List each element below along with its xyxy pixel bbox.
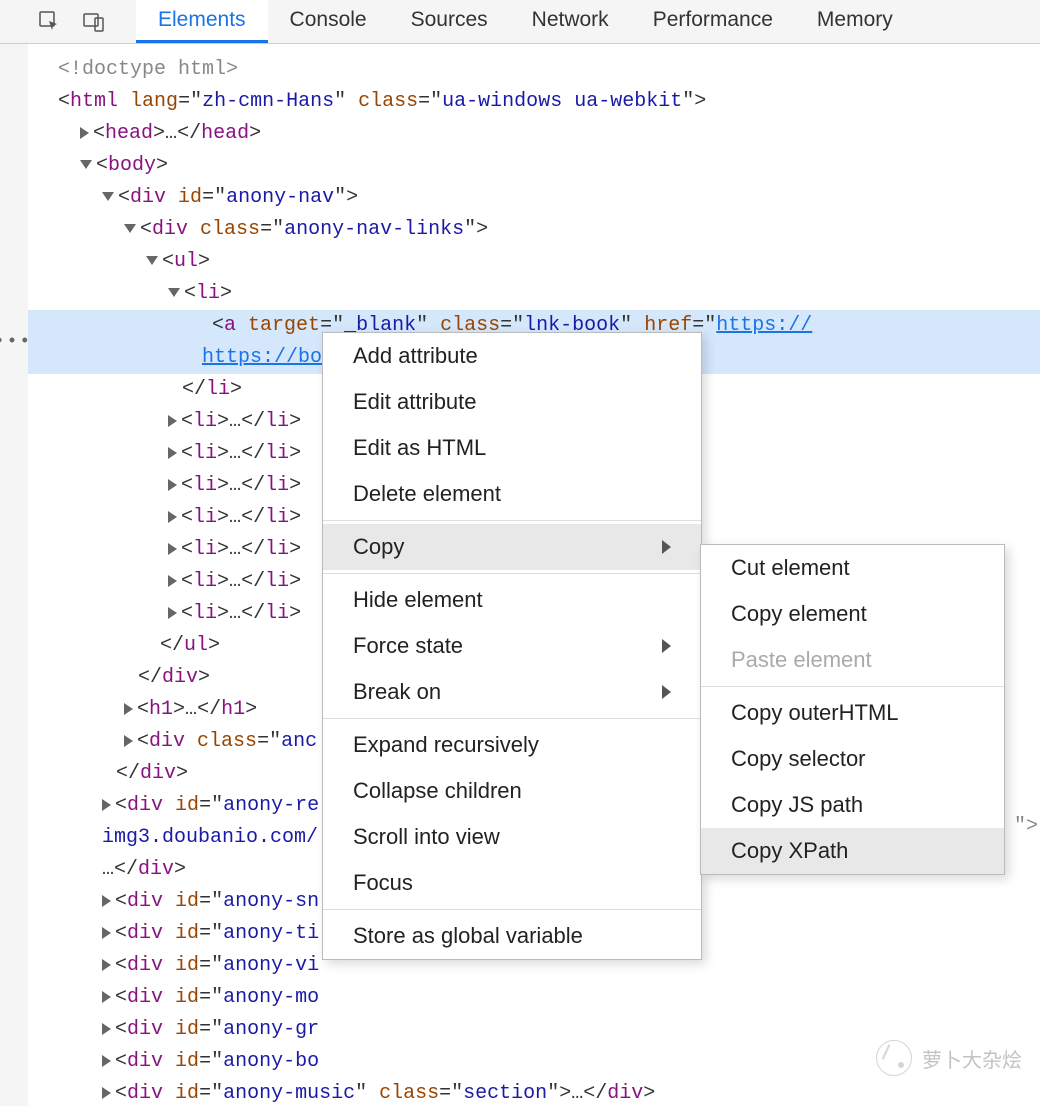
menu-scroll-into-view[interactable]: Scroll into view: [323, 814, 701, 860]
caret-icon[interactable]: [102, 799, 111, 811]
html-open[interactable]: <html lang="zh-cmn-Hans" class="ua-windo…: [58, 86, 1040, 118]
caret-icon[interactable]: [168, 288, 180, 297]
context-submenu-copy: Cut element Copy element Paste element C…: [700, 544, 1005, 875]
menu-separator: [701, 686, 1004, 687]
menu-force-state[interactable]: Force state: [323, 623, 701, 669]
right-edge-caret: ">: [1014, 815, 1038, 838]
caret-icon[interactable]: [168, 479, 177, 491]
caret-icon[interactable]: [168, 607, 177, 619]
menu-store-global[interactable]: Store as global variable: [323, 913, 701, 959]
watermark-logo-icon: [876, 1040, 912, 1076]
caret-icon[interactable]: [168, 415, 177, 427]
caret-icon[interactable]: [124, 703, 133, 715]
caret-icon[interactable]: [168, 511, 177, 523]
menu-copy-selector[interactable]: Copy selector: [701, 736, 1004, 782]
caret-icon[interactable]: [102, 1023, 111, 1035]
caret-icon[interactable]: [102, 927, 111, 939]
context-menu-main: Add attribute Edit attribute Edit as HTM…: [322, 332, 702, 960]
submenu-arrow-icon: [662, 639, 671, 653]
menu-copy-xpath[interactable]: Copy XPath: [701, 828, 1004, 874]
menu-break-on[interactable]: Break on: [323, 669, 701, 715]
caret-icon[interactable]: [124, 735, 133, 747]
caret-icon[interactable]: [102, 895, 111, 907]
menu-focus[interactable]: Focus: [323, 860, 701, 906]
caret-icon[interactable]: [168, 575, 177, 587]
caret-icon[interactable]: [102, 991, 111, 1003]
caret-icon[interactable]: [80, 127, 89, 139]
menu-hide-element[interactable]: Hide element: [323, 577, 701, 623]
tab-memory[interactable]: Memory: [795, 0, 915, 43]
menu-edit-attribute[interactable]: Edit attribute: [323, 379, 701, 425]
device-toggle-icon[interactable]: [82, 10, 106, 34]
menu-add-attribute[interactable]: Add attribute: [323, 333, 701, 379]
menu-separator: [323, 573, 701, 574]
caret-icon[interactable]: [102, 1055, 111, 1067]
menu-expand-recursively[interactable]: Expand recursively: [323, 722, 701, 768]
caret-icon[interactable]: [146, 256, 158, 265]
menu-copy[interactable]: Copy: [323, 524, 701, 570]
caret-icon[interactable]: [102, 1087, 111, 1099]
scroll-gutter: [0, 0, 28, 1106]
ul-open[interactable]: <ul>: [58, 246, 1040, 278]
menu-copy-outerhtml[interactable]: Copy outerHTML: [701, 690, 1004, 736]
tab-sources[interactable]: Sources: [389, 0, 510, 43]
body-open[interactable]: <body>: [58, 150, 1040, 182]
div-anony-music[interactable]: <div id="anony-music" class="section">…<…: [58, 1078, 1040, 1110]
div-nav-links[interactable]: <div class="anony-nav-links">: [58, 214, 1040, 246]
li-open[interactable]: <li>: [58, 278, 1040, 310]
menu-copy-element[interactable]: Copy element: [701, 591, 1004, 637]
caret-icon[interactable]: [102, 192, 114, 201]
watermark: 萝卜大杂烩: [876, 1040, 1022, 1076]
menu-separator: [323, 520, 701, 521]
div-anony-nav[interactable]: <div id="anony-nav">: [58, 182, 1040, 214]
menu-separator: [323, 718, 701, 719]
submenu-arrow-icon: [662, 685, 671, 699]
caret-icon[interactable]: [124, 224, 136, 233]
tab-console[interactable]: Console: [268, 0, 389, 43]
watermark-text: 萝卜大杂烩: [922, 1044, 1022, 1073]
head-line[interactable]: <head>…</head>: [58, 118, 1040, 150]
menu-edit-html[interactable]: Edit as HTML: [323, 425, 701, 471]
caret-icon[interactable]: [80, 160, 92, 169]
menu-copy-jspath[interactable]: Copy JS path: [701, 782, 1004, 828]
menu-separator: [323, 909, 701, 910]
selection-dots-icon: •••: [0, 328, 32, 357]
inspect-element-icon[interactable]: [38, 10, 62, 34]
div-section[interactable]: <div id="anony-mo: [58, 982, 1040, 1014]
menu-paste-element: Paste element: [701, 637, 1004, 683]
menu-cut-element[interactable]: Cut element: [701, 545, 1004, 591]
devtools-tabs: Elements Console Sources Network Perform…: [0, 0, 1040, 44]
menu-collapse-children[interactable]: Collapse children: [323, 768, 701, 814]
tab-performance[interactable]: Performance: [631, 0, 795, 43]
caret-icon[interactable]: [102, 959, 111, 971]
caret-icon[interactable]: [168, 543, 177, 555]
caret-icon[interactable]: [168, 447, 177, 459]
tab-network[interactable]: Network: [510, 0, 631, 43]
submenu-arrow-icon: [662, 540, 671, 554]
menu-delete-element[interactable]: Delete element: [323, 471, 701, 517]
doctype-line[interactable]: <!doctype html>: [58, 54, 1040, 86]
tab-elements[interactable]: Elements: [136, 0, 268, 43]
